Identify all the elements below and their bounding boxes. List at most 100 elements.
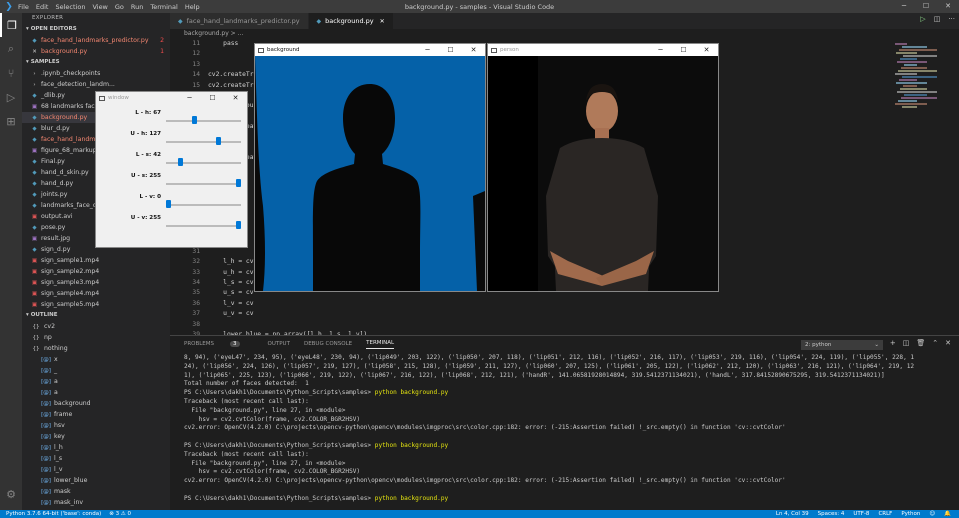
extensions-icon[interactable]: ⊞ xyxy=(0,109,22,133)
file-icon: ◆ xyxy=(32,137,37,143)
close-icon[interactable]: ✕ xyxy=(695,44,718,56)
maximize-icon[interactable]: ☐ xyxy=(201,92,224,104)
source-control-icon[interactable]: ⑂ xyxy=(0,61,22,85)
outline-item[interactable]: [@] mask xyxy=(22,486,170,497)
outline-item[interactable]: {} nothing xyxy=(22,343,170,354)
tab-terminal[interactable]: TERMINAL xyxy=(366,340,395,349)
samples-section[interactable]: ▾ SAMPLES xyxy=(22,57,170,68)
more-actions-icon[interactable]: ··· xyxy=(948,15,955,23)
close-icon[interactable]: ✕ xyxy=(224,92,247,104)
minimize-icon[interactable]: ─ xyxy=(649,44,672,56)
settings-gear-icon[interactable]: ⚙ xyxy=(0,482,22,506)
terminal-output[interactable]: 8, 94), ('eyeL47', 234, 95), ('eyeL48', … xyxy=(184,354,954,512)
feedback-icon[interactable]: ☺ xyxy=(929,510,935,518)
tab-background[interactable]: ◆ background.py ✕ xyxy=(308,13,394,29)
menu-view[interactable]: View xyxy=(92,3,107,11)
python-file-icon[interactable]: ◆ xyxy=(30,36,39,46)
file-tree-item[interactable]: › face_detection_landm... xyxy=(22,79,170,90)
minimize-icon[interactable]: ─ xyxy=(178,92,201,104)
outline-item[interactable]: {} cv2 xyxy=(22,321,170,332)
close-icon[interactable]: ✕ xyxy=(462,44,485,56)
explorer-icon[interactable]: ❐ xyxy=(0,13,22,37)
outline-section[interactable]: ▾ OUTLINE xyxy=(22,310,170,321)
outline-item[interactable]: [@] l_v xyxy=(22,464,170,475)
outline-item[interactable]: [@] frame xyxy=(22,409,170,420)
minimize-icon[interactable]: ─ xyxy=(893,0,915,13)
menu-terminal[interactable]: Terminal xyxy=(150,3,177,11)
menu-selection[interactable]: Selection xyxy=(55,3,85,11)
trackbar-track[interactable] xyxy=(166,120,241,122)
trackbar-thumb[interactable] xyxy=(215,137,221,145)
encoding[interactable]: UTF-8 xyxy=(853,510,869,518)
search-icon[interactable]: ⌕ xyxy=(0,37,22,61)
menu-edit[interactable]: Edit xyxy=(36,3,49,11)
trackbar-track[interactable] xyxy=(166,141,241,143)
outline-item[interactable]: [@] a xyxy=(22,387,170,398)
outline-item[interactable]: [@] l_s xyxy=(22,453,170,464)
outline-item[interactable]: [@] lower_blue xyxy=(22,475,170,486)
trackbar-track[interactable] xyxy=(166,225,241,227)
line-ending[interactable]: CRLF xyxy=(878,510,892,518)
file-tree-item[interactable]: ▣ sign_sample3.mp4 xyxy=(22,277,170,288)
outline-item[interactable]: [@] hsv xyxy=(22,420,170,431)
file-tree-item[interactable]: › .ipynb_checkpoints xyxy=(22,68,170,79)
outline-item[interactable]: [@] a xyxy=(22,376,170,387)
breadcrumb[interactable]: background.py > ... xyxy=(170,29,959,39)
new-terminal-icon[interactable]: + xyxy=(890,339,896,347)
indentation[interactable]: Spaces: 4 xyxy=(818,510,845,518)
outline-item[interactable]: [@] key xyxy=(22,431,170,442)
trackbar-thumb[interactable] xyxy=(166,200,171,208)
minimap[interactable] xyxy=(895,39,950,335)
file-tree-item[interactable]: ▣ sign_sample2.mp4 xyxy=(22,266,170,277)
outline-item[interactable]: {} np xyxy=(22,332,170,343)
menu-help[interactable]: Help xyxy=(185,3,200,11)
maximize-panel-icon[interactable]: ⌃ xyxy=(932,339,938,347)
split-terminal-icon[interactable]: ◫ xyxy=(903,339,910,347)
menu-file[interactable]: File xyxy=(18,3,29,11)
tab-debug-console[interactable]: DEBUG CONSOLE xyxy=(304,341,352,347)
close-panel-icon[interactable]: ✕ xyxy=(945,339,951,347)
tab-face-hand-landmarks-predictor[interactable]: ◆ face_hand_landmarks_predictor.py xyxy=(170,13,309,29)
notifications-icon[interactable]: 🔔 xyxy=(944,510,951,518)
symbol-icon: [@] xyxy=(41,445,51,451)
trackbar-track[interactable] xyxy=(166,204,241,206)
problems-status[interactable]: ⊗ 3 ⚠ 0 xyxy=(109,510,131,518)
run-file-icon[interactable]: ▷ xyxy=(920,15,925,23)
maximize-icon[interactable]: ☐ xyxy=(915,0,937,13)
tab-output[interactable]: OUTPUT xyxy=(268,341,290,347)
file-tree-item[interactable]: ▣ sign_sample1.mp4 xyxy=(22,255,170,266)
symbol-icon: [@] xyxy=(41,434,51,440)
trackbar-thumb[interactable] xyxy=(177,158,183,166)
close-icon[interactable]: ✕ xyxy=(937,0,959,13)
run-icon[interactable]: ▷ xyxy=(0,85,22,109)
menu-run[interactable]: Run xyxy=(131,3,143,11)
trackbar-thumb[interactable] xyxy=(236,179,241,187)
close-tab-icon[interactable]: ✕ xyxy=(380,18,385,25)
trackbar-thumb[interactable] xyxy=(192,116,198,124)
trackbar-thumb[interactable] xyxy=(236,221,241,229)
minimap-line xyxy=(899,79,917,81)
minimize-icon[interactable]: ─ xyxy=(416,44,439,56)
language-mode[interactable]: Python xyxy=(901,510,920,518)
maximize-icon[interactable]: ☐ xyxy=(672,44,695,56)
outline-item[interactable]: [@] l_h xyxy=(22,442,170,453)
terminal-select[interactable]: 2: python ⌄ xyxy=(801,340,883,350)
outline-item[interactable]: [@] _ xyxy=(22,365,170,376)
python-interpreter[interactable]: Python 3.7.6 64-bit ('base': conda) xyxy=(6,510,101,518)
maximize-icon[interactable]: ☐ xyxy=(439,44,462,56)
open-editors-section[interactable]: ▾ OPEN EDITORS xyxy=(22,24,170,35)
split-editor-icon[interactable]: ◫ xyxy=(934,15,941,23)
open-editor-item[interactable]: ✕ background.py 1 xyxy=(22,46,170,57)
trackbar-track[interactable] xyxy=(166,183,241,185)
outline-item[interactable]: [@] mask_inv xyxy=(22,497,170,508)
close-icon[interactable]: ✕ xyxy=(30,47,39,57)
trash-icon[interactable]: 🗑 xyxy=(916,339,925,347)
file-tree-item[interactable]: ▣ sign_sample4.mp4 xyxy=(22,288,170,299)
open-editor-item[interactable]: ◆ face_hand_landmarks_predictor.py 2 xyxy=(22,35,170,46)
file-tree-item[interactable]: ▣ sign_sample5.mp4 xyxy=(22,299,170,310)
outline-item[interactable]: [@] x xyxy=(22,354,170,365)
cursor-position[interactable]: Ln 4, Col 39 xyxy=(776,510,809,518)
tab-problems[interactable]: PROBLEMS 3 xyxy=(184,341,254,347)
menu-go[interactable]: Go xyxy=(115,3,124,11)
outline-item[interactable]: [@] background xyxy=(22,398,170,409)
